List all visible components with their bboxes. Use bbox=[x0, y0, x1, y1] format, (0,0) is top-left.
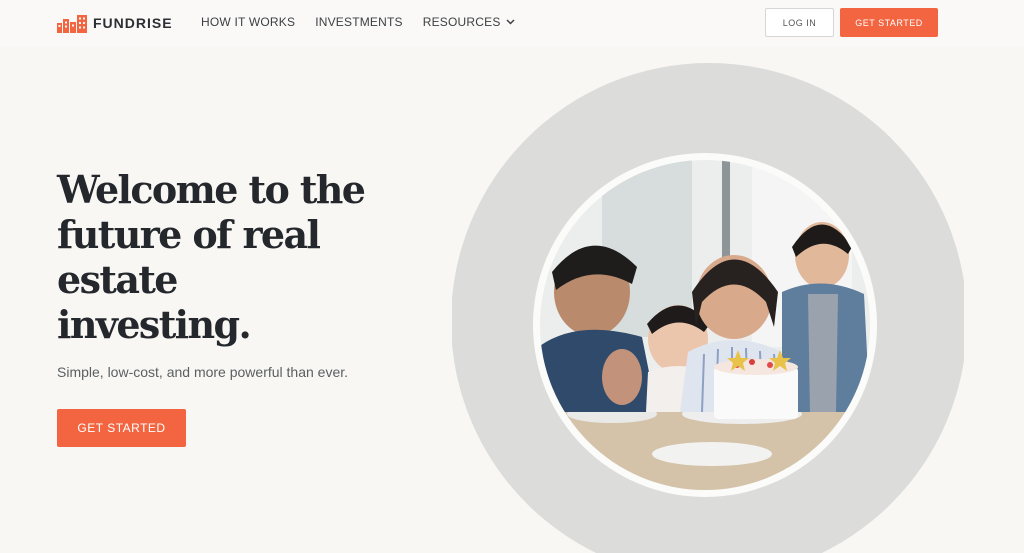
hero-image-circle bbox=[452, 62, 964, 553]
brand-logo[interactable]: FUNDRISE bbox=[57, 12, 173, 34]
header-get-started-button[interactable]: GET STARTED bbox=[840, 8, 938, 37]
buildings-logo-icon bbox=[57, 15, 87, 33]
nav-how-it-works[interactable]: HOW IT WORKS bbox=[201, 15, 295, 29]
nav-resources[interactable]: RESOURCES bbox=[423, 15, 515, 29]
nav-how-it-works-label: HOW IT WORKS bbox=[201, 15, 296, 29]
site-header: FUNDRISE HOW IT WORKS INVESTMENTS RESOUR… bbox=[0, 0, 1024, 47]
nav-investments-label: INVESTMENTS bbox=[315, 15, 403, 29]
hero-title: Welcome to the future of real estate inv… bbox=[57, 167, 366, 347]
chevron-down-icon bbox=[506, 19, 515, 25]
login-button[interactable]: LOG IN bbox=[765, 8, 834, 37]
hero-subtitle: Simple, low-cost, and more powerful than… bbox=[57, 364, 349, 380]
hero-get-started-button[interactable]: GET STARTED bbox=[57, 409, 186, 447]
brand-name: FUNDRISE bbox=[93, 15, 173, 31]
nav-resources-label: RESOURCES bbox=[422, 15, 501, 29]
main-nav: HOW IT WORKS INVESTMENTS RESOURCES bbox=[201, 15, 535, 29]
family-photo bbox=[452, 63, 964, 553]
nav-investments[interactable]: INVESTMENTS bbox=[315, 15, 403, 29]
